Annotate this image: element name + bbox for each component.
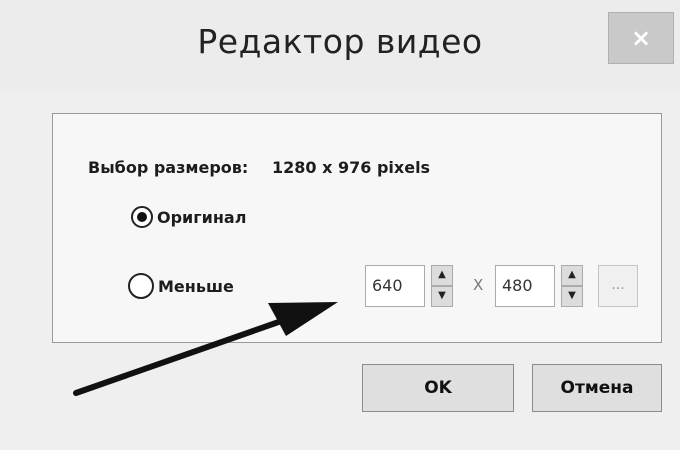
radio-original-button[interactable] <box>131 206 153 228</box>
height-stepper-arrows[interactable]: ▲ ▼ <box>561 265 583 307</box>
window-title: Редактор видео <box>197 22 483 61</box>
size-options-group <box>52 113 662 343</box>
height-stepper[interactable]: 480 ▲ ▼ <box>495 265 583 307</box>
more-options-button[interactable]: ... <box>598 265 638 307</box>
radio-original-label: Оригинал <box>157 207 247 227</box>
width-stepper-arrows[interactable]: ▲ ▼ <box>431 265 453 307</box>
width-stepper[interactable]: 640 ▲ ▼ <box>365 265 453 307</box>
radio-smaller[interactable]: Меньше <box>128 273 234 299</box>
original-size-value: 1280 x 976 pixels <box>272 158 431 177</box>
height-down-icon[interactable]: ▼ <box>561 286 583 307</box>
height-input[interactable]: 480 <box>495 265 555 307</box>
radio-smaller-label: Меньше <box>158 276 234 296</box>
size-selection-label: Выбор размеров: <box>88 158 249 177</box>
width-up-icon[interactable]: ▲ <box>431 265 453 286</box>
size-separator: X <box>473 276 484 294</box>
radio-original[interactable]: Оригинал <box>131 206 246 228</box>
video-editor-dialog: Редактор видео × Выбор размеров: 1280 x … <box>0 0 680 450</box>
close-icon: × <box>630 24 652 52</box>
close-button[interactable]: × <box>608 12 674 64</box>
ok-button[interactable]: OK <box>362 364 514 412</box>
width-input[interactable]: 640 <box>365 265 425 307</box>
radio-smaller-button[interactable] <box>128 273 154 299</box>
width-down-icon[interactable]: ▼ <box>431 286 453 307</box>
title-bar: Редактор видео × <box>0 0 680 92</box>
height-up-icon[interactable]: ▲ <box>561 265 583 286</box>
cancel-button[interactable]: Отмена <box>532 364 662 412</box>
